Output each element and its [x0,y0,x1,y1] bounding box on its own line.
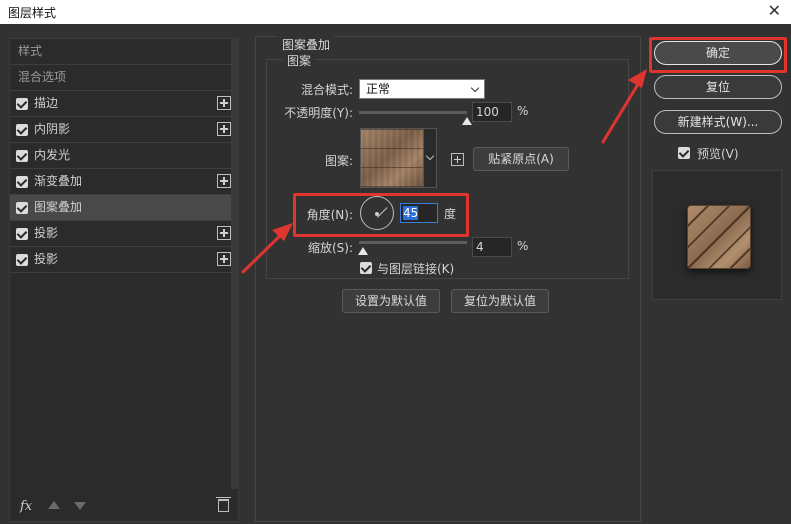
effect-checkbox[interactable] [16,150,28,162]
group-title: 图案叠加 [278,36,335,53]
effect-label: 描边 [34,96,59,110]
style-list-header-label: 混合选项 [18,70,67,84]
pattern-picker-chevron[interactable] [423,128,437,188]
opacity-input[interactable]: 100 [472,102,512,122]
effect-checkbox[interactable] [16,176,28,188]
scale-unit: % [517,239,529,253]
trash-icon[interactable] [216,497,231,512]
style-list-item[interactable]: 内发光 [10,143,238,169]
new-pattern-icon[interactable] [451,153,464,166]
close-icon[interactable]: ✕ [768,2,781,20]
add-effect-icon[interactable] [217,174,231,188]
angle-highlight [293,193,469,237]
effect-label: 渐变叠加 [34,174,83,188]
scale-slider-thumb[interactable] [358,247,369,255]
chevron-down-icon [470,83,480,93]
move-down-icon[interactable] [74,502,86,510]
style-list-panel: 样式 混合选项 描边 内阴影 内发光 渐变叠加 图案叠加 投影 投影 fx [9,38,239,522]
style-list-item[interactable]: 描边 [10,91,238,117]
new-style-button[interactable]: 新建样式(W)... [654,110,782,134]
preview-swatch [687,205,751,269]
style-list: 样式 混合选项 描边 内阴影 内发光 渐变叠加 图案叠加 投影 投影 [10,39,238,273]
style-preview [652,170,782,300]
style-list-item[interactable]: 渐变叠加 [10,169,238,195]
window-title: 图层样式 [8,6,57,20]
pattern-group-title: 图案 [283,52,316,69]
style-list-item[interactable]: 图案叠加 [10,195,238,221]
fx-button[interactable]: fx [20,499,32,514]
opacity-slider-thumb[interactable] [462,117,472,125]
blend-mode-select[interactable]: 正常 [359,79,485,99]
layer-style-dialog: 样式 混合选项 描边 内阴影 内发光 渐变叠加 图案叠加 投影 投影 fx 图案叠加 图案 混合… [0,24,791,524]
add-effect-icon[interactable] [217,96,231,110]
style-list-header-label: 样式 [18,44,43,58]
scale-slider-track[interactable] [359,241,467,244]
blend-mode-value: 正常 [366,82,391,96]
style-list-item[interactable]: 样式 [10,39,238,65]
pattern-label: 图案: [324,154,353,168]
effect-label: 图案叠加 [34,200,83,214]
effect-label: 内发光 [34,148,71,162]
pattern-thumbnail[interactable] [360,128,424,188]
reset-button[interactable]: 复位 [654,75,782,99]
effect-checkbox[interactable] [16,124,28,136]
move-up-icon[interactable] [48,501,60,509]
blend-mode-label: 混合模式: [300,83,353,97]
add-effect-icon[interactable] [217,226,231,240]
pattern-group: 图案 混合模式: 正常 不透明度(Y): 100 % 图案: 贴紧原点(A) 角… [266,52,629,279]
set-default-button[interactable]: 设置为默认值 [342,289,440,313]
link-with-layer-label: 与图层链接(K) [377,262,455,276]
link-with-layer-checkbox[interactable] [360,262,372,274]
style-list-scrollbar[interactable] [231,39,238,489]
preview-checkbox[interactable] [678,147,690,159]
effect-checkbox[interactable] [16,98,28,110]
scale-input[interactable]: 4 [472,237,512,257]
scale-label: 缩放(S): [307,241,353,255]
snap-origin-button[interactable]: 贴紧原点(A) [473,147,569,171]
add-effect-icon[interactable] [217,252,231,266]
effect-label: 投影 [34,252,59,266]
style-list-item[interactable]: 混合选项 [10,65,238,91]
effect-checkbox[interactable] [16,228,28,240]
style-list-item[interactable]: 内阴影 [10,117,238,143]
pattern-overlay-panel: 图案叠加 图案 混合模式: 正常 不透明度(Y): 100 % 图案: 贴紧原点… [255,36,641,522]
style-list-item[interactable]: 投影 [10,221,238,247]
title-bar: 图层样式 ✕ [0,0,791,24]
add-effect-icon[interactable] [217,122,231,136]
effect-checkbox[interactable] [16,202,28,214]
opacity-slider-track[interactable] [359,111,467,114]
ok-button-highlight [649,37,787,73]
opacity-unit: % [517,104,529,118]
effect-label: 投影 [34,226,59,240]
style-list-footer: fx [10,493,238,521]
reset-default-button[interactable]: 复位为默认值 [451,289,549,313]
opacity-label: 不透明度(Y): [284,106,353,120]
effect-checkbox[interactable] [16,254,28,266]
preview-label: 预览(V) [697,147,739,161]
style-list-item[interactable]: 投影 [10,247,238,273]
effect-label: 内阴影 [34,122,71,136]
